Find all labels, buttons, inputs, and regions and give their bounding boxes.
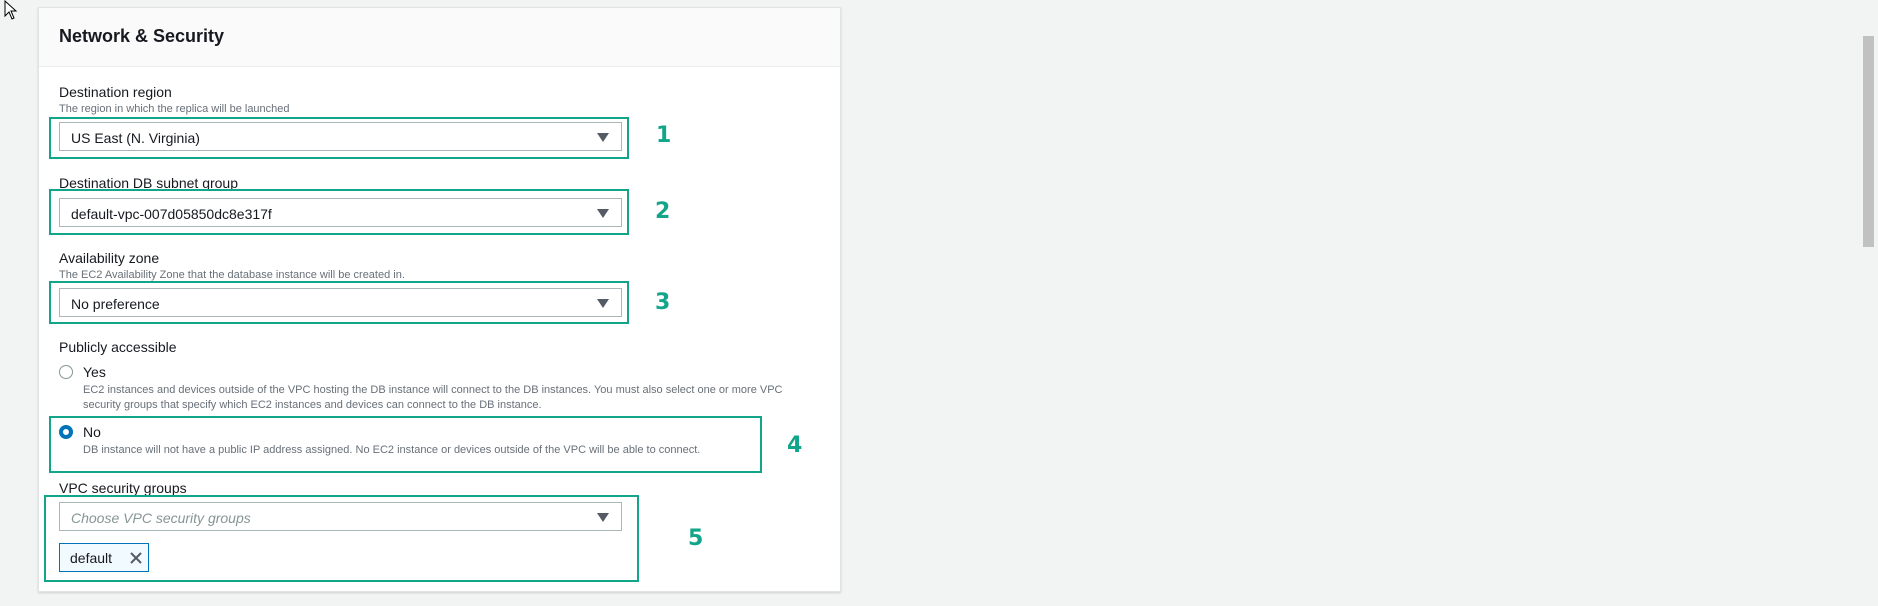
panel-header: Network & Security [39,8,840,67]
annotation-number-4: 4 [787,433,803,458]
radio-yes-description: EC2 instances and devices outside of the… [83,384,783,411]
mouse-pointer-icon [4,0,18,20]
annotation-box-1 [49,117,629,159]
destination-region-description: The region in which the replica will be … [59,103,290,115]
publicly-accessible-label: Publicly accessible [59,339,177,355]
availability-zone-label: Availability zone [59,250,160,266]
radio-yes-label[interactable]: Yes [83,364,106,380]
annotation-number-3: 3 [655,290,671,315]
annotation-number-1: 1 [656,123,672,148]
annotation-box-4 [49,416,762,473]
page-scrollbar[interactable] [1863,36,1874,247]
annotation-box-3 [49,281,629,324]
annotation-box-2 [49,189,629,235]
annotation-number-2: 2 [655,199,671,224]
annotation-number-5: 5 [688,526,704,551]
panel-title: Network & Security [59,26,225,46]
vpc-security-groups-label: VPC security groups [59,480,187,496]
availability-zone-description: The EC2 Availability Zone that the datab… [59,269,405,281]
destination-region-label: Destination region [59,84,172,100]
annotation-box-5 [44,495,639,582]
radio-yes[interactable] [59,365,73,379]
